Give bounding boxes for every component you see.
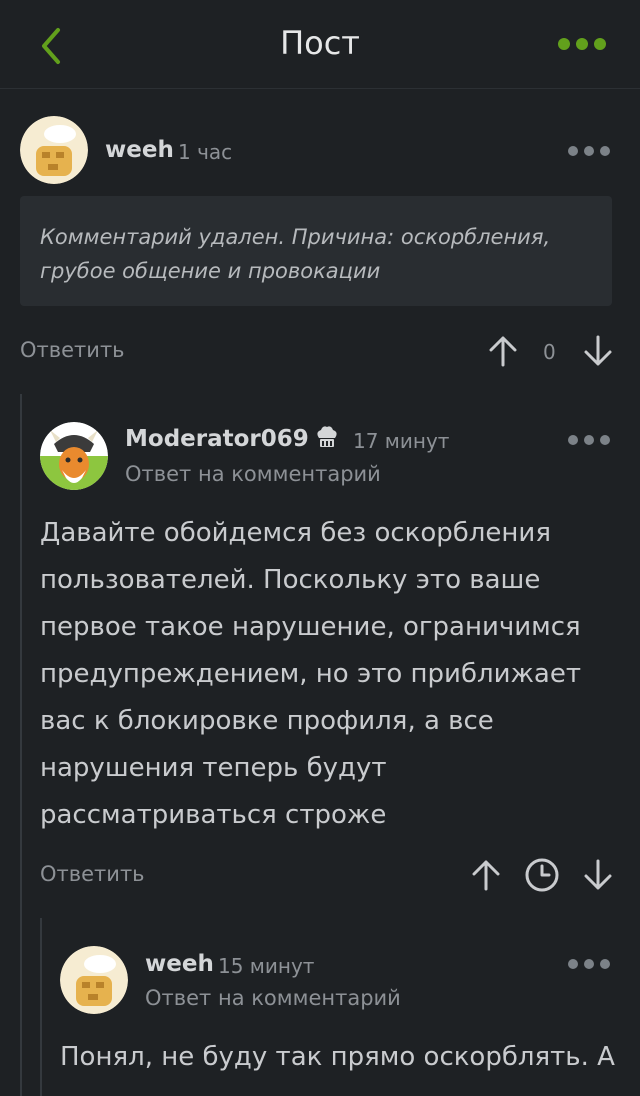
timestamp: 1 час	[178, 140, 233, 164]
deleted-comment-box: Комментарий удален. Причина: оскорбления…	[20, 196, 612, 306]
timestamp: 15 минут	[218, 954, 315, 978]
reply-button[interactable]: Ответить	[20, 338, 125, 362]
arrow-down-icon	[584, 859, 612, 890]
thread-line	[40, 918, 42, 1096]
page-title: Пост	[280, 24, 360, 62]
timestamp: 17 минут	[353, 429, 450, 453]
more-icon[interactable]	[558, 38, 606, 50]
top-bar: Пост	[0, 0, 640, 89]
avatar[interactable]	[40, 422, 108, 490]
avatar[interactable]	[60, 946, 128, 1014]
downvote-button[interactable]	[580, 333, 616, 369]
more-icon[interactable]	[568, 435, 610, 445]
more-icon[interactable]	[568, 959, 610, 969]
comment-text: Давайте обойдемся без оскорбления пользо…	[40, 518, 581, 830]
vote-count: 0	[543, 340, 556, 364]
arrow-up-icon	[472, 860, 500, 891]
downvote-button[interactable]	[580, 857, 616, 893]
clock-button[interactable]	[524, 857, 560, 893]
arrow-down-icon	[584, 335, 612, 366]
username[interactable]: weeh	[145, 951, 214, 977]
thread-line	[20, 394, 22, 1096]
deleted-comment-text: Комментарий удален. Причина: оскорбления…	[40, 225, 551, 283]
upvote-button[interactable]	[468, 857, 504, 893]
more-icon[interactable]	[568, 146, 610, 156]
chef-hat-icon	[313, 424, 341, 452]
arrow-up-icon	[489, 336, 517, 367]
comment-text: Понял, не буду так прямо оскорблять. А	[60, 1042, 615, 1072]
upvote-button[interactable]	[485, 333, 521, 369]
clock-icon	[525, 858, 559, 892]
reply-to-label[interactable]: Ответ на комментарий	[125, 462, 381, 486]
avatar[interactable]	[20, 116, 88, 184]
reply-to-label[interactable]: Ответ на комментарий	[145, 986, 401, 1010]
username[interactable]: weeh	[105, 137, 174, 163]
reply-button[interactable]: Ответить	[40, 862, 145, 886]
username[interactable]: Moderator069	[125, 426, 309, 452]
